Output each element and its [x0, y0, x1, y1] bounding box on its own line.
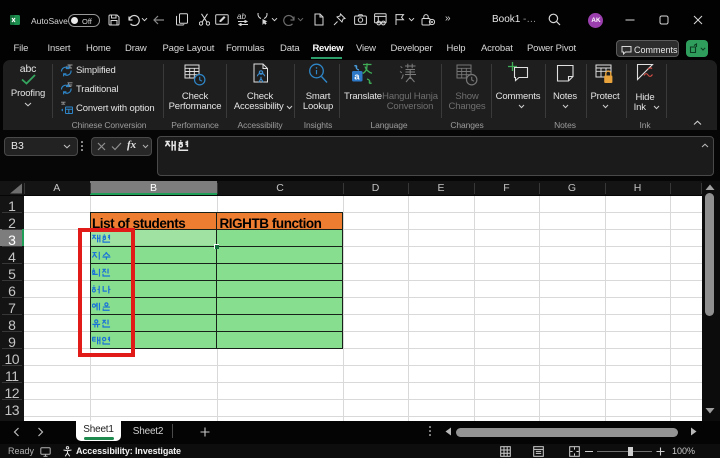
- svg-text:a: a: [354, 72, 360, 83]
